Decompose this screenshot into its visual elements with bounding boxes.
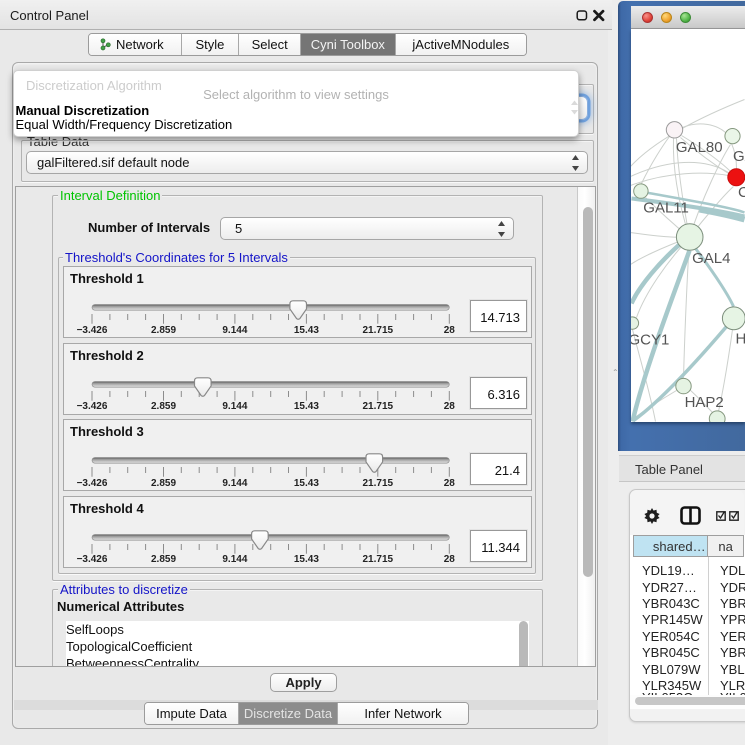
svg-text:GAL11: GAL11 — [643, 199, 689, 216]
svg-text:C: C — [738, 184, 745, 201]
svg-text:GAL80: GAL80 — [676, 139, 723, 156]
svg-text:HAP2: HAP2 — [685, 394, 724, 411]
svg-text:GA: GA — [733, 148, 745, 165]
svg-text:GAL4: GAL4 — [692, 250, 730, 267]
svg-text:GCY1: GCY1 — [631, 332, 669, 349]
svg-text:H: H — [736, 331, 745, 348]
